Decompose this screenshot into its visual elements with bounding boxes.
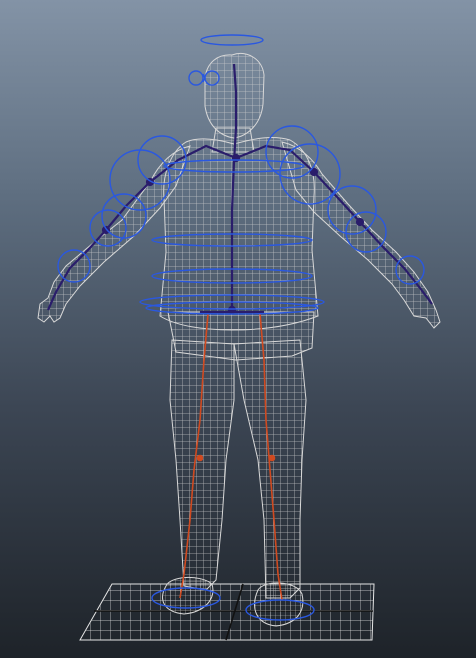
character-mesh[interactable] (37, 53, 441, 627)
head-halo-control (200, 34, 264, 46)
3d-viewport[interactable] (0, 0, 476, 658)
viewport-canvas[interactable] (0, 0, 476, 658)
ground-grid[interactable] (79, 583, 375, 641)
